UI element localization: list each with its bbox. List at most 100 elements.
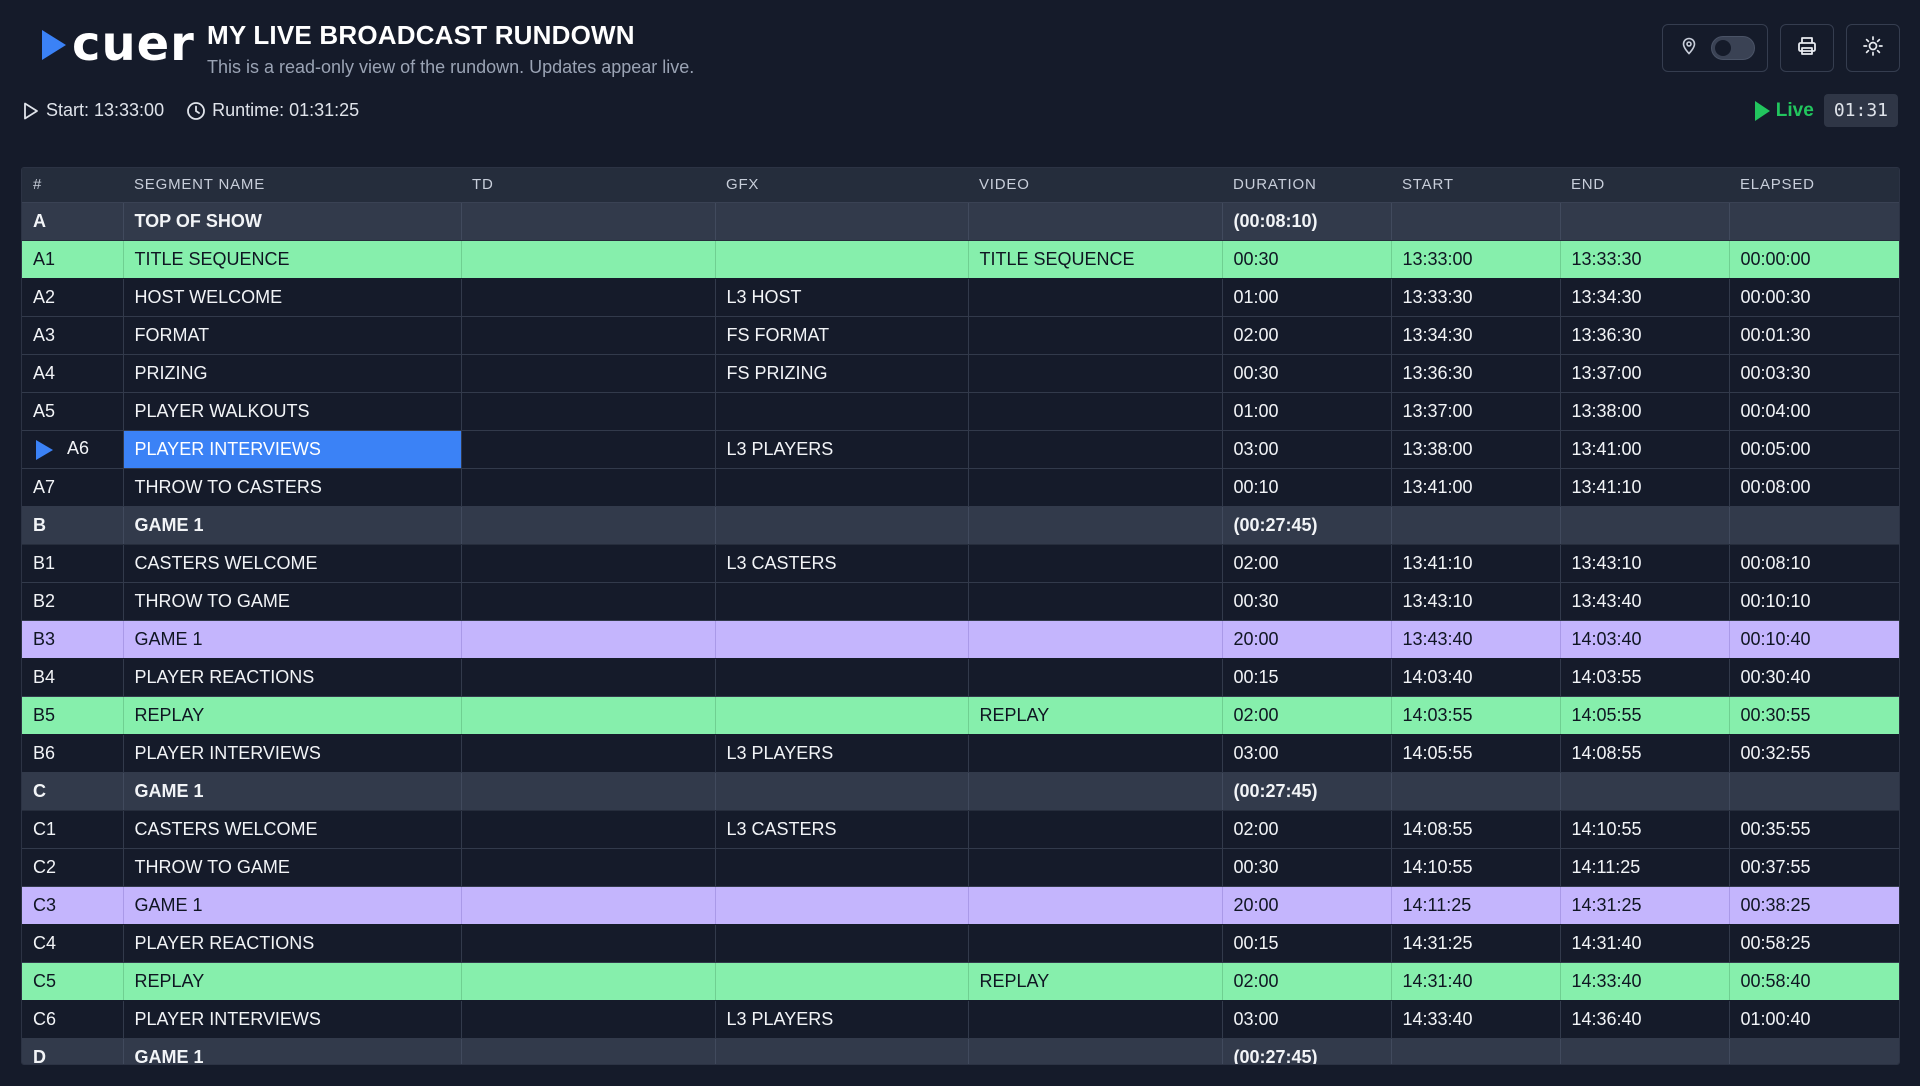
segment-row[interactable]: A4 PRIZING FS PRIZING 00:30 13:36:30 13:37:00…: [22, 354, 1899, 393]
segment-row[interactable]: B5 REPLAY REPLAY 02:00 14:03:55 14:05:55 00:30…: [22, 696, 1899, 735]
cell-elapsed: [1729, 772, 1899, 811]
pin-toggle-control[interactable]: [1662, 24, 1768, 72]
cell-name: PLAYER INTERVIEWS: [123, 430, 462, 469]
cell-end: 14:05:55: [1560, 696, 1730, 735]
cell-td: [461, 354, 716, 393]
cell-start: 13:34:30: [1391, 316, 1561, 355]
segment-row[interactable]: A7 THROW TO CASTERS 00:10 13:41:00 13:41:10 0…: [22, 468, 1899, 507]
cell-end: [1560, 506, 1730, 545]
cell-elapsed: [1729, 202, 1899, 241]
cell-name: GAME 1: [123, 506, 462, 545]
section-header-row[interactable]: B GAME 1 (00:27:45): [22, 506, 1899, 545]
segment-row[interactable]: B1 CASTERS WELCOME L3 CASTERS 02:00 13:41:10…: [22, 544, 1899, 583]
cell-name: THROW TO GAME: [123, 582, 462, 621]
follow-toggle[interactable]: [1711, 36, 1755, 60]
segment-row[interactable]: B2 THROW TO GAME 00:30 13:43:10 13:43:40 00:1…: [22, 582, 1899, 621]
cell-elapsed: 00:08:00: [1729, 468, 1899, 507]
cell-gfx: [715, 468, 969, 507]
segment-row[interactable]: A1 TITLE SEQUENCE TITLE SEQUENCE 00:30 13:33…: [22, 240, 1899, 279]
top-controls: [1662, 24, 1900, 72]
runtime: Runtime: 01:31:25: [186, 100, 359, 121]
cell-duration: 03:00: [1222, 1000, 1392, 1039]
print-button[interactable]: [1780, 24, 1834, 72]
cell-gfx: L3 HOST: [715, 278, 969, 317]
cell-gfx: L3 PLAYERS: [715, 430, 969, 469]
segment-row[interactable]: A2 HOST WELCOME L3 HOST 01:00 13:33:30 13:34:…: [22, 278, 1899, 317]
cell-start: 13:33:00: [1391, 240, 1561, 279]
segment-row[interactable]: C3 GAME 1 20:00 14:11:25 14:31:25 00:38:25: [22, 886, 1899, 925]
segment-row[interactable]: A5 PLAYER WALKOUTS 01:00 13:37:00 13:38:00 00…: [22, 392, 1899, 431]
cell-elapsed: 00:00:00: [1729, 240, 1899, 279]
cell-num: D: [22, 1038, 124, 1064]
cell-gfx: [715, 582, 969, 621]
cell-video: [968, 468, 1223, 507]
rundown-table-container[interactable]: # SEGMENT NAME TD GFX VIDEO DURATION STA…: [21, 167, 1900, 1065]
segment-row[interactable]: A3 FORMAT FS FORMAT 02:00 13:34:30 13:36:30 00…: [22, 316, 1899, 355]
segment-row[interactable]: B3 GAME 1 20:00 13:43:40 14:03:40 00:10:40: [22, 620, 1899, 659]
cell-duration: 02:00: [1222, 316, 1392, 355]
current-segment-row[interactable]: A6 PLAYER INTERVIEWS L3 PLAYERS 03:00 13:38:…: [22, 430, 1899, 469]
cell-video: [968, 506, 1223, 545]
cell-elapsed: 00:32:55: [1729, 734, 1899, 773]
cell-duration: 00:30: [1222, 848, 1392, 887]
cell-elapsed: 00:05:00: [1729, 430, 1899, 469]
column-header-segment-name: SEGMENT NAME: [123, 168, 461, 203]
cell-start: 13:41:00: [1391, 468, 1561, 507]
rundown-info: Start: 13:33:00 Runtime: 01:31:25: [22, 100, 359, 121]
segment-row[interactable]: C4 PLAYER REACTIONS 00:15 14:31:25 14:31:40 0…: [22, 924, 1899, 963]
cell-video: TITLE SEQUENCE: [968, 240, 1223, 279]
cell-end: 13:38:00: [1560, 392, 1730, 431]
cell-name: TOP OF SHOW: [123, 202, 462, 241]
cell-td: [461, 772, 716, 811]
segment-row[interactable]: B6 PLAYER INTERVIEWS L3 PLAYERS 03:00 14:05:…: [22, 734, 1899, 773]
segment-row[interactable]: C2 THROW TO GAME 00:30 14:10:55 14:11:25 00:3…: [22, 848, 1899, 887]
cell-td: [461, 506, 716, 545]
cell-name: PLAYER INTERVIEWS: [123, 734, 462, 773]
segment-row[interactable]: B4 PLAYER REACTIONS 00:15 14:03:40 14:03:55 0…: [22, 658, 1899, 697]
cell-video: [968, 772, 1223, 811]
live-timer: 01:31: [1823, 94, 1898, 127]
cell-name: GAME 1: [123, 620, 462, 659]
cell-end: 14:08:55: [1560, 734, 1730, 773]
cell-td: [461, 278, 716, 317]
cell-num: A5: [22, 392, 124, 431]
section-header-row[interactable]: A TOP OF SHOW (00:08:10): [22, 202, 1899, 241]
table-header-row: # SEGMENT NAME TD GFX VIDEO DURATION STA…: [22, 168, 1899, 203]
cell-name: FORMAT: [123, 316, 462, 355]
cell-elapsed: 00:30:55: [1729, 696, 1899, 735]
cell-num: C1: [22, 810, 124, 849]
printer-icon: [1796, 35, 1818, 62]
cell-duration: 20:00: [1222, 620, 1392, 659]
cell-video: REPLAY: [968, 696, 1223, 735]
cell-num: B4: [22, 658, 124, 697]
segment-row[interactable]: C6 PLAYER INTERVIEWS L3 PLAYERS 03:00 14:33:…: [22, 1000, 1899, 1039]
cell-duration: 01:00: [1222, 392, 1392, 431]
theme-toggle-button[interactable]: [1846, 24, 1900, 72]
cell-gfx: [715, 658, 969, 697]
cell-num-text: A6: [67, 438, 90, 459]
cell-video: [968, 278, 1223, 317]
section-header-row[interactable]: C GAME 1 (00:27:45): [22, 772, 1899, 811]
section-header-row[interactable]: D GAME 1 (00:27:45): [22, 1038, 1899, 1064]
cell-duration: 02:00: [1222, 696, 1392, 735]
cell-end: 13:33:30: [1560, 240, 1730, 279]
cell-gfx: FS FORMAT: [715, 316, 969, 355]
segment-row[interactable]: C5 REPLAY REPLAY 02:00 14:31:40 14:33:40 00:58…: [22, 962, 1899, 1001]
logo-play-icon: [42, 30, 66, 60]
runtime-label: Runtime: 01:31:25: [212, 100, 360, 120]
cell-td: [461, 810, 716, 849]
cell-end: 14:03:40: [1560, 620, 1730, 659]
cell-video: [968, 810, 1223, 849]
cell-video: [968, 658, 1223, 697]
cell-start: 13:37:00: [1391, 392, 1561, 431]
cell-num: A7: [22, 468, 124, 507]
column-header-td: TD: [461, 168, 715, 203]
cell-start: 14:03:40: [1391, 658, 1561, 697]
page-subtitle: This is a read-only view of the rundown.…: [207, 57, 695, 77]
segment-row[interactable]: C1 CASTERS WELCOME L3 CASTERS 02:00 14:08:55…: [22, 810, 1899, 849]
cell-end: 13:37:00: [1560, 354, 1730, 393]
cell-start: 14:31:25: [1391, 924, 1561, 963]
cell-gfx: [715, 240, 969, 279]
cell-elapsed: 00:10:40: [1729, 620, 1899, 659]
cell-duration: (00:08:10): [1222, 202, 1392, 241]
